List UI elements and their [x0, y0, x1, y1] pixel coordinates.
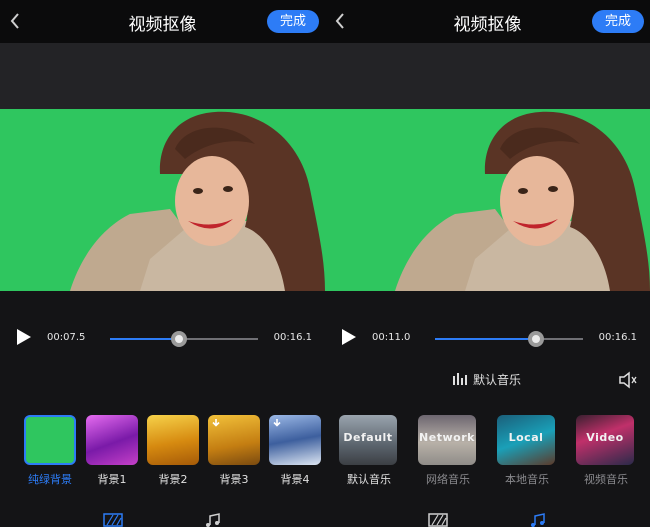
music-source-local[interactable]: Local	[497, 415, 555, 465]
top-bar: 视频抠像 完成	[0, 0, 325, 43]
background-thumb-2[interactable]	[147, 415, 199, 465]
music-source-network[interactable]: Network	[418, 415, 476, 465]
play-icon[interactable]	[342, 329, 356, 345]
background-tab-icon[interactable]	[103, 513, 123, 527]
music-source-overlay: Video	[586, 431, 624, 444]
video-preview[interactable]	[0, 109, 325, 291]
total-time: 00:16.1	[598, 332, 637, 343]
music-source-label: 视频音乐	[584, 473, 628, 486]
background-thumb-green[interactable]	[24, 415, 76, 465]
speaker-icon[interactable]	[618, 371, 638, 389]
person-figure	[395, 111, 650, 291]
seek-bar[interactable]	[435, 331, 583, 347]
done-button[interactable]: 完成	[267, 10, 319, 33]
bottom-tabs	[0, 505, 325, 527]
background-label: 背景3	[219, 473, 249, 486]
seek-bar-fill	[435, 338, 537, 340]
total-time: 00:16.1	[273, 332, 312, 343]
left-panel: 视频抠像 完成 00:07.5 00:16.1 纯绿背景 背景1 背景2 背景3…	[0, 0, 325, 527]
bottom-tabs	[325, 505, 650, 527]
play-icon[interactable]	[17, 329, 31, 345]
background-label: 背景4	[280, 473, 310, 486]
music-tab-icon[interactable]	[528, 513, 548, 527]
video-stage	[0, 43, 325, 291]
music-source-label: 默认音乐	[347, 473, 391, 486]
background-thumb-4[interactable]	[269, 415, 321, 465]
done-button[interactable]: 完成	[592, 10, 644, 33]
music-source-label: 本地音乐	[505, 473, 549, 486]
background-label: 背景1	[97, 473, 127, 486]
player-controls: 00:07.5 00:16.1	[0, 291, 325, 385]
background-label: 纯绿背景	[28, 473, 72, 486]
music-source-list: Default 默认音乐 Network 网络音乐 Local 本地音乐 Vid…	[325, 415, 650, 490]
music-source-video[interactable]: Video	[576, 415, 634, 465]
seek-bar-thumb[interactable]	[170, 331, 187, 347]
seek-bar-thumb[interactable]	[528, 331, 545, 347]
music-header: 默认音乐	[325, 365, 650, 395]
person-figure	[70, 111, 325, 291]
music-source-overlay: Default	[343, 431, 393, 444]
seek-bar-fill	[110, 338, 179, 340]
video-stage	[325, 43, 650, 291]
download-icon	[212, 419, 220, 427]
music-source-overlay: Network	[419, 431, 475, 444]
music-source-default[interactable]: Default	[339, 415, 397, 465]
music-source-label: 网络音乐	[426, 473, 470, 486]
background-label: 背景2	[158, 473, 188, 486]
download-icon	[273, 419, 281, 427]
video-preview[interactable]	[325, 109, 650, 291]
top-bar: 视频抠像 完成	[325, 0, 650, 43]
current-time: 00:07.5	[47, 332, 86, 343]
equalizer-bars-icon	[453, 373, 467, 385]
seek-bar[interactable]	[110, 331, 258, 347]
current-time: 00:11.0	[372, 332, 411, 343]
music-tab-icon[interactable]	[203, 513, 223, 527]
music-source-overlay: Local	[508, 431, 544, 444]
background-thumb-1[interactable]	[86, 415, 138, 465]
background-list: 纯绿背景 背景1 背景2 背景3 背景4	[0, 415, 325, 490]
background-tab-icon[interactable]	[428, 513, 448, 527]
background-thumb-3[interactable]	[208, 415, 260, 465]
current-music-label: 默认音乐	[473, 373, 522, 387]
right-panel: 视频抠像 完成 00:11.0 00:16.1 默认音乐 Default 默认音…	[325, 0, 650, 527]
